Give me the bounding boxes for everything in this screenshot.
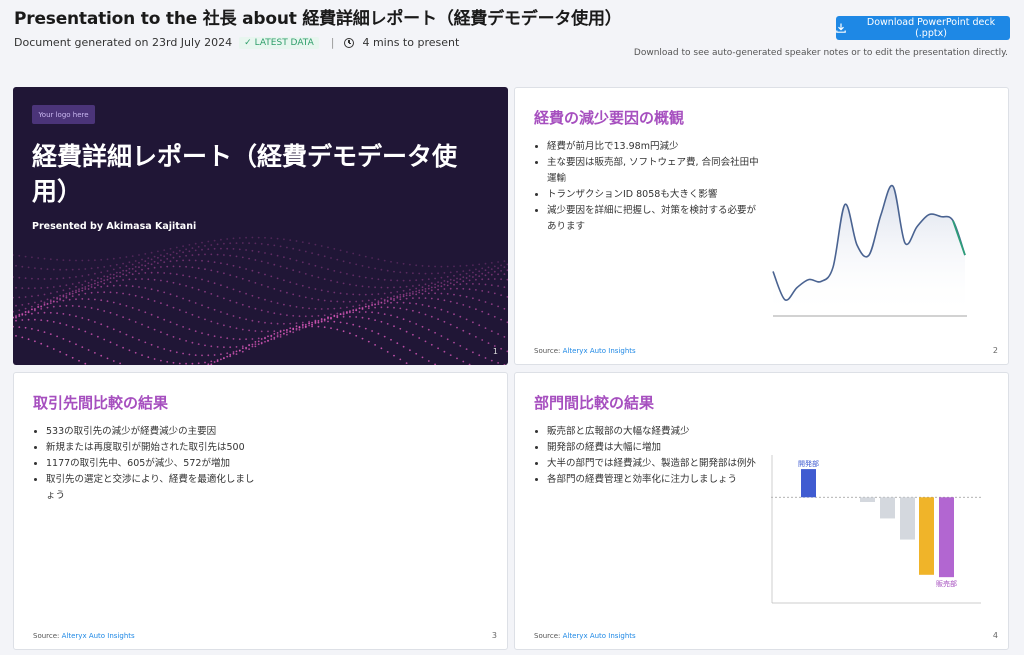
source-note: Source: Alteryx Auto Insights bbox=[534, 347, 636, 355]
bar-label: 開発部 bbox=[798, 459, 819, 468]
bullet-list: 販売部と広報部の大幅な経費減少 開発部の経費は大幅に増加 大半の部門では経費減少… bbox=[534, 424, 766, 488]
duration: 4 mins to present bbox=[362, 36, 460, 49]
slide-number: 3 bbox=[491, 631, 497, 640]
particle-wave-graphic bbox=[13, 236, 508, 365]
slide-number: 1 bbox=[492, 347, 498, 356]
source-prefix: Source: bbox=[534, 632, 563, 640]
download-label: Download PowerPoint deck (.pptx) bbox=[866, 17, 996, 39]
page-header: Presentation to the 社長 about 経費詳細レポート（経費… bbox=[14, 4, 1010, 84]
bar bbox=[900, 497, 915, 540]
expense-trend-line-chart bbox=[772, 184, 967, 317]
source-prefix: Source: bbox=[33, 632, 62, 640]
slide-title: 部門間比較の結果 bbox=[534, 394, 655, 412]
meta-separator: | bbox=[330, 36, 335, 49]
check-icon: ✓ bbox=[244, 37, 252, 48]
bullet-list: 経費が前月比で13.98m円減少 主な要因は販売部, ソフトウェア費, 合同会社… bbox=[534, 139, 764, 235]
source-link[interactable]: Alteryx Auto Insights bbox=[563, 347, 636, 355]
source-note: Source: Alteryx Auto Insights bbox=[33, 632, 135, 640]
bullet-item: トランザクションID 8058も大きく影響 bbox=[534, 187, 764, 203]
source-prefix: Source: bbox=[534, 347, 563, 355]
slide-number: 4 bbox=[992, 631, 998, 640]
bar bbox=[919, 497, 934, 575]
slide-card-4[interactable]: 部門間比較の結果 販売部と広報部の大幅な経費減少 開発部の経費は大幅に増加 大半… bbox=[514, 372, 1009, 650]
download-icon bbox=[836, 23, 846, 33]
bullet-item: 減少要因を詳細に把握し、対策を検討する必要があります bbox=[534, 203, 764, 235]
download-pptx-button[interactable]: Download PowerPoint deck (.pptx) bbox=[836, 16, 1010, 40]
source-link[interactable]: Alteryx Auto Insights bbox=[62, 632, 135, 640]
download-note: Download to see auto-generated speaker n… bbox=[633, 48, 1008, 58]
bullet-item: 各部門の経費管理と効率化に注力しましょう bbox=[534, 472, 766, 488]
bullet-item: 大半の部門では経費減少、製造部と開発部は例外 bbox=[534, 456, 766, 472]
cover-title: 経費詳細レポート（経費デモデータ使用） bbox=[32, 142, 458, 206]
bullet-item: 販売部と広報部の大幅な経費減少 bbox=[534, 424, 766, 440]
bar bbox=[860, 497, 875, 502]
source-link[interactable]: Alteryx Auto Insights bbox=[563, 632, 636, 640]
bullet-item: 経費が前月比で13.98m円減少 bbox=[534, 139, 764, 155]
source-note: Source: Alteryx Auto Insights bbox=[534, 632, 636, 640]
bullet-item: 新規または再度取引が開始された取引先は500 bbox=[33, 440, 263, 456]
bar-label: 販売部 bbox=[936, 579, 957, 588]
slide-card-3[interactable]: 取引先間比較の結果 533の取引先の減少が経費減少の主要因 新規または再度取引が… bbox=[13, 372, 508, 650]
bullet-item: 1177の取引先中、605が減少、572が増加 bbox=[33, 456, 263, 472]
bullet-item: 533の取引先の減少が経費減少の主要因 bbox=[33, 424, 263, 440]
bar bbox=[939, 497, 954, 578]
logo-placeholder: Your logo here bbox=[32, 105, 95, 124]
generated-date: Document generated on 23rd July 2024 bbox=[14, 36, 233, 49]
department-comparison-bar-chart: 開発部販売部 bbox=[771, 455, 981, 604]
badge-label: LATEST DATA bbox=[254, 37, 314, 48]
slide-title: 取引先間比較の結果 bbox=[33, 394, 169, 412]
slide-card-2[interactable]: 経費の減少要因の概観 経費が前月比で13.98m円減少 主な要因は販売部, ソフ… bbox=[514, 87, 1009, 365]
bullet-item: 開発部の経費は大幅に増加 bbox=[534, 440, 766, 456]
presenter-name: Presented by Akimasa Kajitani bbox=[32, 221, 197, 232]
slide-title: 経費の減少要因の概観 bbox=[534, 109, 685, 127]
clock-icon bbox=[344, 37, 355, 48]
bullet-list: 533の取引先の減少が経費減少の主要因 新規または再度取引が開始された取引先は5… bbox=[33, 424, 263, 504]
bullet-item: 主な要因は販売部, ソフトウェア費, 合同会社田中運輸 bbox=[534, 155, 764, 187]
bar bbox=[880, 497, 895, 519]
latest-data-badge: ✓ LATEST DATA bbox=[239, 36, 319, 49]
bullet-item: 取引先の選定と交渉により、経費を最適化しましょう bbox=[33, 472, 263, 504]
bar bbox=[801, 469, 816, 498]
slide-number: 2 bbox=[992, 346, 998, 355]
slide-card-1[interactable]: Your logo here 経費詳細レポート（経費デモデータ使用） Prese… bbox=[13, 87, 508, 365]
chart-area bbox=[773, 185, 965, 316]
